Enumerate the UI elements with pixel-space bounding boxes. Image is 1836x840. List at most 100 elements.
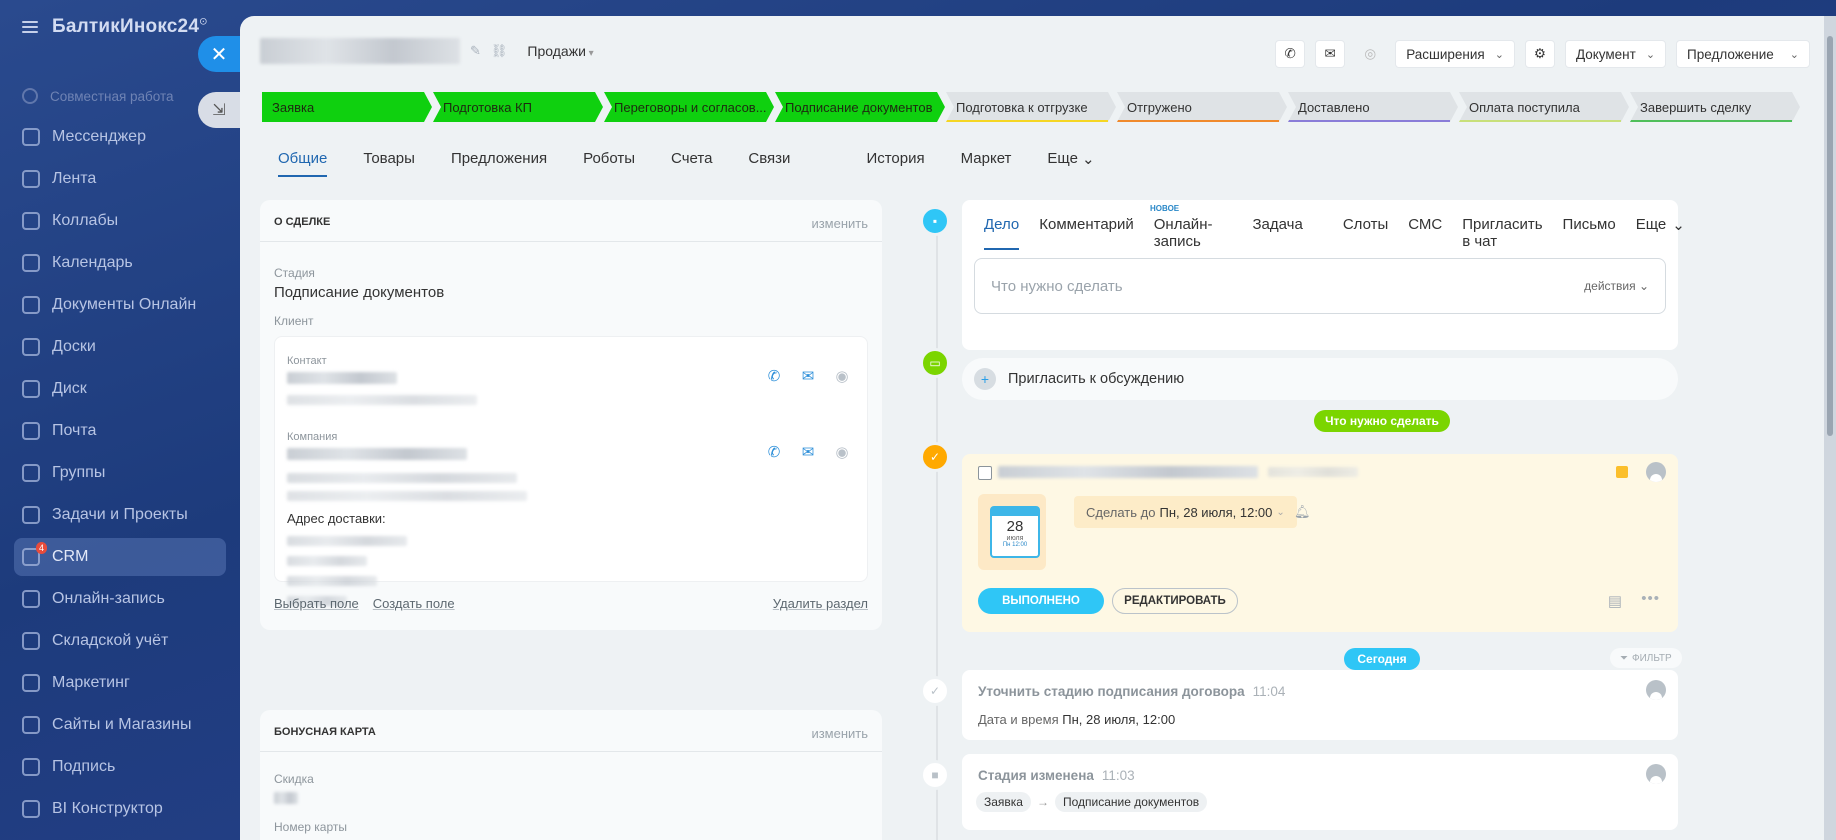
author-avatar[interactable] <box>1646 764 1666 784</box>
more-icon[interactable]: ••• <box>1641 590 1660 607</box>
activity-tab-9[interactable]: Еще <box>1636 216 1667 250</box>
nav-item-tasks[interactable]: Задачи и Проекты <box>14 496 226 534</box>
mail-icon <box>22 422 40 440</box>
document-button[interactable]: Документ ⌄ <box>1564 40 1667 68</box>
edit-title-icon[interactable]: ✎ <box>470 43 481 59</box>
activity-tab-6[interactable]: СМС <box>1408 216 1442 250</box>
tab-4[interactable]: Роботы <box>583 150 635 177</box>
chat-button[interactable]: ◎ <box>1355 40 1385 68</box>
tab-5[interactable]: Счета <box>671 150 712 177</box>
contact-name-redacted[interactable] <box>287 371 397 384</box>
category-selector[interactable]: Продажи <box>527 43 593 59</box>
todo-title-redacted[interactable] <box>998 466 1258 478</box>
mail-icon[interactable]: ✉ <box>799 367 817 385</box>
delete-section-link[interactable]: Удалить раздел <box>773 596 868 611</box>
nav-item-bi[interactable]: BI Конструктор <box>14 790 226 828</box>
nav-item-warehouse[interactable]: Складской учёт <box>14 622 226 660</box>
edit-button[interactable]: РЕДАКТИРОВАТЬ <box>1112 588 1238 614</box>
history-task-title[interactable]: Уточнить стадию подписания договора <box>978 684 1245 699</box>
about-deal-edit-link[interactable]: изменить <box>811 216 868 231</box>
nav-item-disk[interactable]: Диск <box>14 370 226 408</box>
activity-tab-3[interactable]: Онлайн-запись <box>1154 216 1213 250</box>
bonus-card-edit-link[interactable]: изменить <box>811 726 868 741</box>
todo-input[interactable]: Что нужно сделать действия ⌄ <box>974 258 1666 314</box>
stage-8[interactable]: Оплата поступила <box>1459 92 1629 122</box>
company-name-redacted[interactable] <box>287 447 467 460</box>
tab-9[interactable]: Еще <box>1047 150 1078 177</box>
settings-button[interactable]: ⚙ <box>1524 40 1555 68</box>
activity-tab-1[interactable]: Дело <box>984 216 1020 250</box>
note-icon[interactable]: ▤ <box>1608 592 1622 610</box>
nav-item-mail[interactable]: Почта <box>14 412 226 450</box>
call-button[interactable]: ✆ <box>1275 40 1306 68</box>
activity-tab-4[interactable]: Задача <box>1252 216 1302 250</box>
mail-icon[interactable]: ✉ <box>799 443 817 461</box>
nav-item-sites[interactable]: Сайты и Магазины <box>14 706 226 744</box>
nav-item-marketing[interactable]: Маркетинг <box>14 664 226 702</box>
tab-8[interactable]: Маркет <box>961 150 1012 177</box>
history-task-time: 11:04 <box>1252 684 1286 699</box>
nav-item-feed[interactable]: Лента <box>14 160 226 198</box>
nav-item-groups[interactable]: Группы <box>14 454 226 492</box>
stage-3[interactable]: Переговоры и согласов... <box>604 92 774 122</box>
chat-icon: ◎ <box>1364 46 1377 61</box>
phone-icon[interactable]: ✆ <box>765 367 783 385</box>
color-marker-icon[interactable] <box>1616 466 1628 478</box>
bell-icon[interactable]: 🔔︎ <box>1294 504 1311 520</box>
select-field-link[interactable]: Выбрать поле <box>274 596 359 611</box>
todo-item: 28 июля Пн 12:00 Сделать до Пн, 28 июля,… <box>962 454 1678 632</box>
minimize-slider-button[interactable]: ⇲ <box>198 92 240 128</box>
link-icon[interactable]: ⛓ <box>491 43 508 59</box>
activity-tabs: Дело Комментарий Онлайн-запись Задача Слоты С… <box>984 216 1685 250</box>
card-footer-left: Выбрать поле Создать поле <box>274 596 455 611</box>
tab-2[interactable]: Товары <box>363 150 415 177</box>
stage-label: Оплата поступила <box>1469 99 1580 115</box>
nav-item-sign[interactable]: Подпись <box>14 748 226 786</box>
stage-7[interactable]: Доставлено <box>1288 92 1458 122</box>
extensions-button[interactable]: Расширения ⌄ <box>1395 40 1515 68</box>
task-dot-icon: ✓ <box>920 676 950 706</box>
tab-6[interactable]: Связи <box>748 150 790 177</box>
responsible-avatar[interactable] <box>1646 462 1666 482</box>
activity-tab-2[interactable]: Комментарий <box>1039 216 1133 250</box>
activity-tab-8[interactable]: Письмо <box>1563 216 1616 250</box>
activity-tab-5[interactable]: Слоты <box>1343 216 1388 250</box>
portal-name[interactable]: БалтикИнокс24⊙ <box>52 16 208 38</box>
todo-checkbox[interactable] <box>978 466 992 480</box>
create-field-link[interactable]: Создать поле <box>373 596 455 611</box>
invite-to-discussion[interactable]: + Пригласить к обсуждению <box>962 358 1678 400</box>
nav-item-booking[interactable]: Онлайн-запись <box>14 580 226 618</box>
nav-item-documents[interactable]: Документы Онлайн <box>14 286 226 324</box>
stage-4[interactable]: Подписание документов <box>775 92 945 122</box>
menu-icon[interactable] <box>22 21 38 33</box>
tab-3[interactable]: Предложения <box>451 150 547 177</box>
deadline-selector[interactable]: Сделать до Пн, 28 июля, 12:00 ⌄ <box>1074 496 1297 528</box>
stage-9[interactable]: Завершить сделку <box>1630 92 1800 122</box>
email-button[interactable]: ✉ <box>1315 40 1346 68</box>
nav-item-crm[interactable]: CRM 4 <box>14 538 226 576</box>
stage-5[interactable]: Подготовка к отгрузке <box>946 92 1116 122</box>
stage-2[interactable]: Подготовка КП <box>433 92 603 122</box>
close-slider-button[interactable]: ✕ <box>198 36 240 72</box>
tab-1[interactable]: Общие <box>278 150 328 177</box>
stage-6[interactable]: Отгружено <box>1117 92 1287 122</box>
author-avatar[interactable] <box>1646 680 1666 700</box>
stage-1[interactable]: Заявка <box>262 92 432 122</box>
phone-icon[interactable]: ✆ <box>765 443 783 461</box>
calendar-month: июля <box>1006 535 1024 542</box>
nav-item-collab[interactable]: Совместная работа <box>14 77 226 115</box>
activity-tab-7[interactable]: Пригласить в чат <box>1462 216 1542 250</box>
stage-value[interactable]: Подписание документов <box>274 284 444 301</box>
scrollbar[interactable] <box>1824 16 1836 840</box>
actions-dropdown[interactable]: действия ⌄ <box>1584 279 1649 293</box>
filter-button[interactable]: ⏷ ФИЛЬТР <box>1610 648 1682 668</box>
offer-button[interactable]: Предложение ⌄ <box>1676 40 1810 68</box>
chat-icon[interactable]: ◉ <box>833 367 851 385</box>
nav-item-messenger[interactable]: Мессенджер <box>14 118 226 156</box>
chat-icon[interactable]: ◉ <box>833 443 851 461</box>
tab-7[interactable]: История <box>866 150 924 177</box>
nav-item-boards[interactable]: Доски <box>14 328 226 366</box>
complete-button[interactable]: ВЫПОЛНЕНО <box>978 588 1104 614</box>
nav-item-collabs[interactable]: Коллабы <box>14 202 226 240</box>
nav-item-calendar[interactable]: Календарь <box>14 244 226 282</box>
